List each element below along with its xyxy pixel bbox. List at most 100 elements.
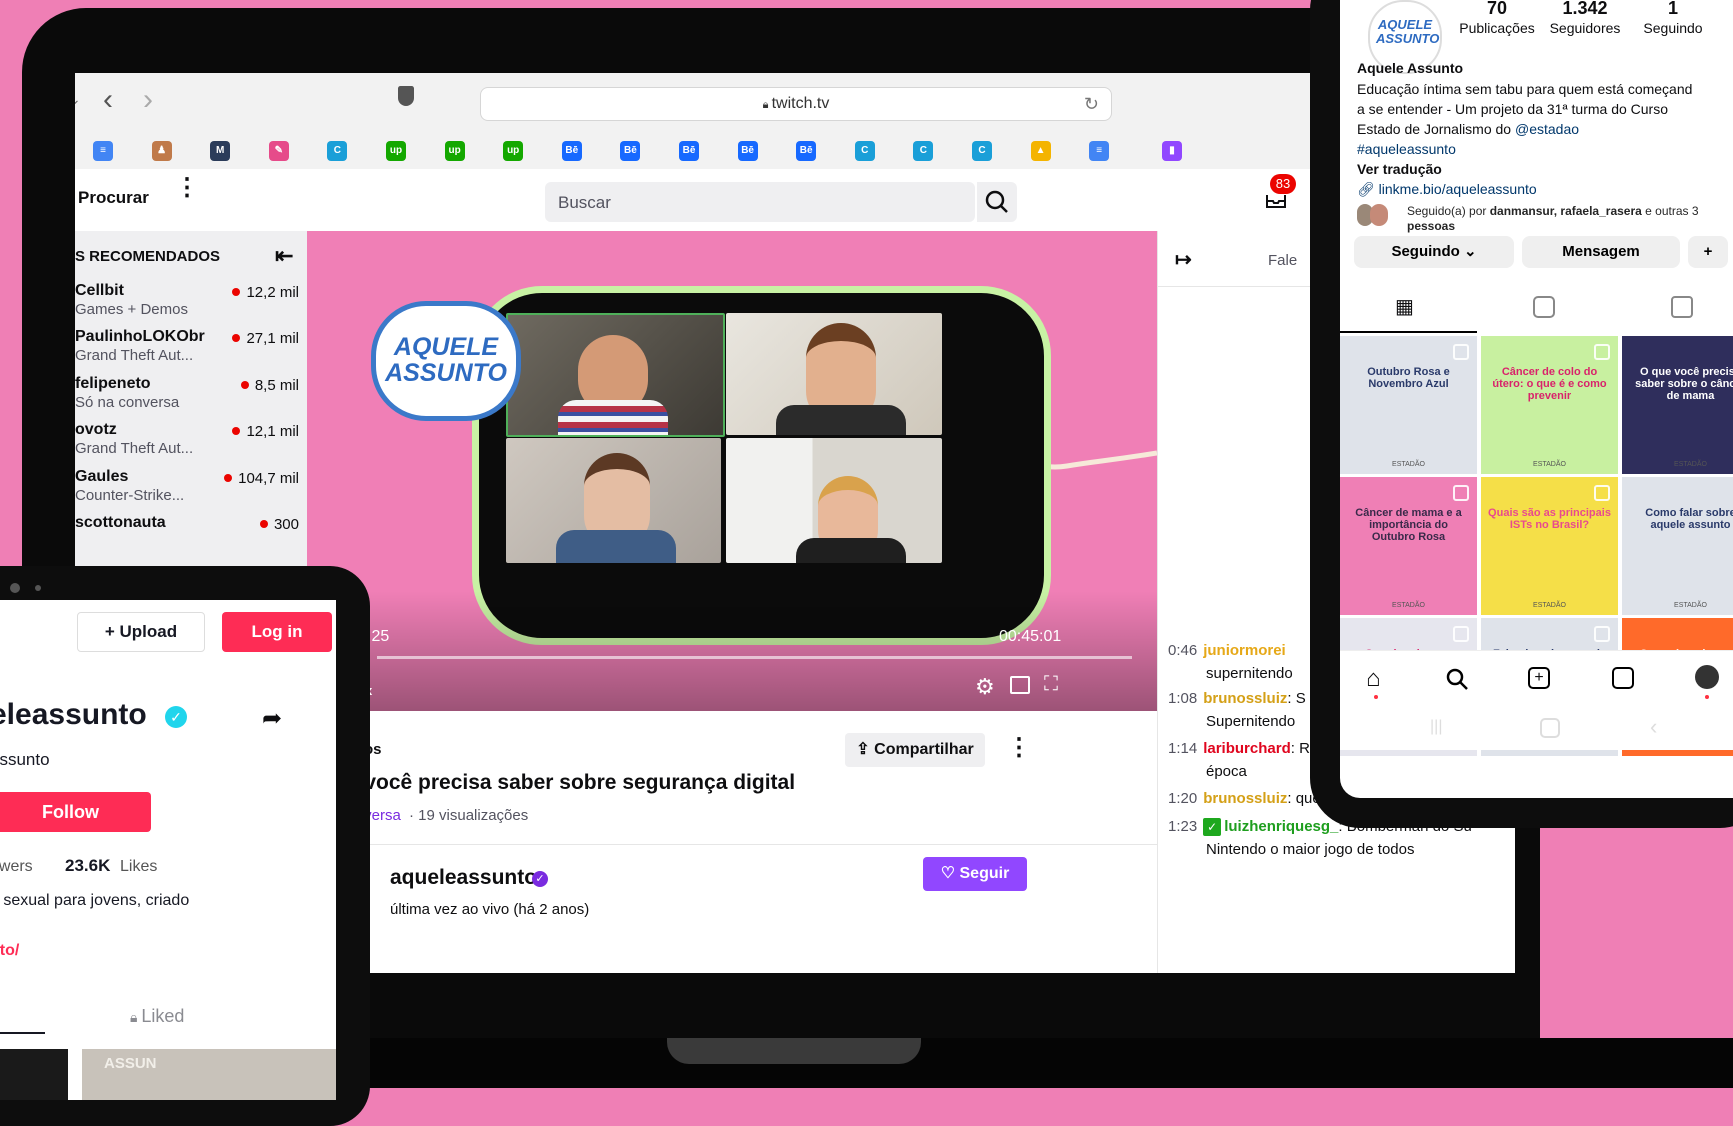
sidebar-channel[interactable]: Cellbit Games + Demos 12,2 mil: [75, 279, 307, 330]
behance-icon[interactable]: Bē: [561, 141, 582, 161]
upwork-icon[interactable]: up: [386, 141, 406, 161]
chat-username[interactable]: brunossluiz: [1203, 790, 1287, 807]
home-icon[interactable]: ⌂: [1366, 665, 1381, 693]
upwork-icon[interactable]: up: [444, 141, 465, 161]
docs-icon[interactable]: ≡: [1089, 141, 1110, 161]
chat-username[interactable]: lariburchard: [1203, 740, 1291, 757]
profile-icon[interactable]: [1695, 665, 1719, 689]
canva-icon[interactable]: C: [327, 141, 348, 161]
grid-icon[interactable]: ▦: [1395, 294, 1414, 319]
bio-line: Educação íntima sem tabu para quem está …: [1357, 81, 1693, 97]
following-button[interactable]: Seguindo ⌄: [1354, 236, 1514, 268]
post-thumbnail[interactable]: Quais são as principais ISTs no Brasil? E…: [1481, 477, 1618, 615]
reload-icon[interactable]: ↻: [1084, 88, 1099, 120]
post-title: O que você precisa saber sobre o câncer …: [1635, 366, 1733, 402]
theatre-mode-icon[interactable]: [1010, 676, 1030, 694]
message-button[interactable]: Mensagem: [1522, 236, 1680, 268]
sidebar-channel[interactable]: Gaules Counter-Strike... 104,7 mil: [75, 465, 307, 516]
expand-chat-icon[interactable]: ↦: [1175, 247, 1192, 272]
person-icon[interactable]: ♟: [151, 141, 172, 161]
more-options-icon[interactable]: ⋮: [175, 176, 199, 200]
back-arrow-icon[interactable]: ‹: [103, 83, 113, 117]
login-button[interactable]: Log in: [222, 612, 332, 652]
upwork-icon[interactable]: up: [503, 141, 524, 161]
reels-icon[interactable]: [1612, 667, 1634, 689]
behance-icon[interactable]: Bē: [737, 141, 758, 161]
back-icon[interactable]: ‹: [1650, 714, 1657, 740]
channel-game: Counter-Strike...: [75, 486, 185, 504]
post-thumbnail[interactable]: Câncer de colo do útero: o que é e como …: [1481, 336, 1618, 474]
translate-link[interactable]: Ver tradução: [1357, 161, 1442, 177]
twitch-icon[interactable]: ▮: [1162, 141, 1182, 161]
address-bar[interactable]: 🔒︎ twitch.tv ↻: [480, 87, 1112, 121]
post-thumbnail[interactable]: O que você precisa saber sobre o câncer …: [1622, 336, 1733, 474]
channel-name[interactable]: aqueleassunto: [390, 866, 537, 890]
chevron-down-icon[interactable]: ⌄: [75, 91, 81, 108]
sidebar-channel[interactable]: felipeneto Só na conversa 8,5 mil: [75, 372, 307, 423]
add-person-button[interactable]: +: [1688, 236, 1728, 268]
profile-bio: o sexual para jovens, criado: [0, 892, 190, 909]
reels-icon: [1453, 344, 1469, 360]
hashtag-link[interactable]: #aqueleassunto: [1357, 141, 1456, 157]
post-thumbnail[interactable]: Outubro Rosa e Novembro Azul ESTADÃO: [1340, 336, 1477, 474]
forward-arrow-icon[interactable]: ›: [143, 83, 153, 117]
shield-icon[interactable]: [398, 86, 414, 106]
share-arrow-icon[interactable]: ➦: [262, 704, 282, 733]
bio-link[interactable]: 🔗︎ linkme.bio/aqueleassunto: [1357, 181, 1537, 198]
plus-icon: +: [104, 622, 120, 641]
upload-button[interactable]: + Upload: [77, 612, 205, 652]
recents-icon[interactable]: |||: [1430, 718, 1442, 736]
time-total: 00:45:01: [999, 628, 1062, 645]
chat-username[interactable]: juniormorei: [1203, 642, 1286, 659]
create-post-icon[interactable]: +: [1528, 667, 1550, 689]
search-input[interactable]: Buscar: [545, 182, 975, 222]
behance-icon[interactable]: Bē: [679, 141, 699, 161]
wm-icon[interactable]: M: [210, 141, 231, 161]
profile-link[interactable]: nto/: [0, 942, 19, 960]
participant-video: [506, 438, 721, 563]
tagged-icon[interactable]: [1671, 296, 1693, 318]
active-tab-indicator: [1340, 331, 1477, 333]
post-thumbnail[interactable]: Como falar sobre aquele assunto ESTADÃO: [1622, 477, 1733, 615]
fullscreen-icon[interactable]: ⛶: [1044, 673, 1058, 696]
profile-name: Aquele Assunto: [1357, 60, 1464, 76]
browse-link[interactable]: Procurar: [78, 188, 149, 208]
profile-stat[interactable]: 1 Seguindo: [1628, 0, 1718, 36]
canva-icon[interactable]: C: [913, 141, 934, 161]
seek-bar[interactable]: [377, 656, 1132, 659]
share-button[interactable]: ⇪ Compartilhar: [845, 733, 985, 767]
reels-icon: [1594, 485, 1610, 501]
video-player[interactable]: AQUELE ASSUNTO :25 00:45:01 x ⚙ ⛶: [307, 231, 1157, 711]
sidebar-channel[interactable]: PaulinhoLOKObr Grand Theft Aut... 27,1 mil: [75, 325, 307, 376]
profile-stat[interactable]: 1.342 Seguidores: [1540, 0, 1630, 36]
drive-icon[interactable]: ▲: [1030, 141, 1051, 161]
home-button-icon[interactable]: [1540, 718, 1560, 738]
follow-button[interactable]: Follow: [0, 792, 151, 832]
share-icon: ⇪: [856, 741, 875, 758]
search-icon[interactable]: [1445, 667, 1469, 691]
chat-username[interactable]: brunossluiz: [1203, 690, 1287, 707]
profile-stat[interactable]: 70 Publicações: [1452, 0, 1542, 36]
search-button[interactable]: [977, 182, 1017, 222]
collapse-sidebar-icon[interactable]: ⇤: [275, 243, 293, 269]
follow-button[interactable]: ♡ Seguir: [923, 857, 1027, 891]
sidebar-channel[interactable]: ovotz Grand Theft Aut... 12,1 mil: [75, 418, 307, 469]
docs-icon[interactable]: ≡: [93, 141, 113, 161]
video-thumbnail[interactable]: ASSUN: [82, 1049, 336, 1100]
bio-line: Estado de Jornalismo do @estadao: [1357, 121, 1580, 137]
tab-liked[interactable]: 🔒︎ Liked: [130, 1006, 184, 1027]
feather-icon[interactable]: ✎: [268, 141, 289, 161]
post-thumbnail[interactable]: Câncer de mama e a importância do Outubr…: [1340, 477, 1477, 615]
settings-gear-icon[interactable]: ⚙: [975, 674, 995, 700]
behance-icon[interactable]: Bē: [796, 141, 817, 161]
video-thumbnail[interactable]: [0, 1049, 68, 1100]
followed-by-text: pessoas: [1407, 219, 1456, 233]
more-options-icon[interactable]: ⋮: [1007, 733, 1031, 762]
viewer-count: 12,2 mil: [232, 284, 299, 301]
reels-icon[interactable]: [1533, 296, 1555, 318]
behance-icon[interactable]: Bē: [620, 141, 641, 161]
canva-icon[interactable]: C: [854, 141, 875, 161]
chat-username[interactable]: luizhenriquesg_: [1224, 818, 1338, 835]
sidebar-channel[interactable]: scottonauta 300: [75, 511, 307, 562]
canva-icon[interactable]: C: [972, 141, 992, 161]
